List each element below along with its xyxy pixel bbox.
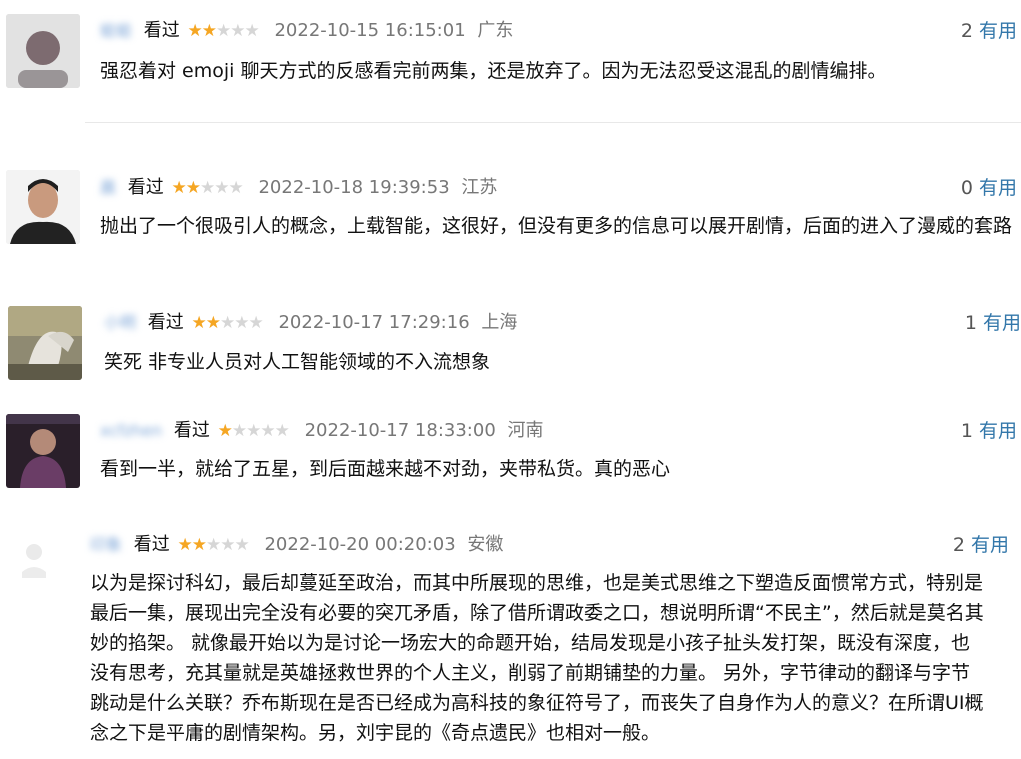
review-location: 上海 [481, 312, 518, 333]
useful-vote: 2 有用 [953, 531, 1009, 559]
username[interactable]: 晨 [100, 174, 116, 202]
useful-button[interactable]: 有用 [979, 20, 1017, 42]
star-filled-icon: ★ [191, 535, 207, 555]
watch-status: 看过 [147, 312, 184, 333]
review-content-line: 以为是探讨科幻，最后却蔓延至政治，而其中所展现的思维，也是美式思维之下塑造反面惯… [90, 572, 984, 594]
star-filled-icon: ★ [177, 535, 192, 555]
useful-button[interactable]: 有用 [971, 534, 1009, 556]
review-location: 河南 [507, 420, 544, 441]
watch-status: 看过 [133, 534, 170, 555]
star-filled-icon: ★ [185, 178, 201, 198]
review-content: 笑死 非专业人员对人工智能领域的不入流想象 [104, 351, 491, 373]
useful-count: 2 [952, 534, 965, 556]
divider [85, 122, 1021, 123]
star-empty-icon: ★ [274, 421, 290, 441]
useful-button[interactable]: 有用 [983, 312, 1021, 334]
useful-vote: 1 有用 [961, 417, 1017, 445]
review-meta: 晨 看过 ★★★★★ 2022-10-18 19:39:53 江苏 [100, 174, 497, 202]
review-content: 抛出了一个很吸引人的概念，上载智能，这很好，但没有更多的信息可以展开剧情，后面的… [100, 215, 1013, 237]
avatar[interactable] [6, 414, 80, 488]
username[interactable]: 小明 [104, 309, 136, 337]
star-empty-icon: ★ [234, 313, 249, 333]
review-location: 安徽 [467, 534, 504, 555]
star-filled-icon: ★ [191, 313, 206, 333]
review-content-line: 跳动是什么关联？乔布斯现在是否已经成为高科技的象征符号了，而丧失了自身作为人的意… [90, 692, 984, 714]
useful-count: 0 [960, 177, 973, 199]
star-filled-icon: ★ [217, 421, 233, 441]
useful-vote: 1 有用 [965, 309, 1021, 337]
star-empty-icon: ★ [260, 421, 275, 441]
review-meta: 蛤蛤 看过 ★★★★★ 2022-10-15 16:15:01 广东 [100, 17, 513, 45]
review-time[interactable]: 2022-10-17 17:29:16 [278, 312, 469, 333]
star-filled-icon: ★ [205, 313, 221, 333]
avatar[interactable] [6, 14, 80, 88]
review-time[interactable]: 2022-10-20 00:20:03 [264, 534, 455, 555]
username[interactable]: 印象 [90, 531, 122, 559]
star-empty-icon: ★ [230, 21, 245, 41]
useful-count: 2 [960, 20, 973, 42]
review-meta: xcfzhen 看过 ★★★★★ 2022-10-17 18:33:00 河南 [100, 417, 544, 445]
review-content: 强忍着对 emoji 聊天方式的反感看完前两集，还是放弃了。因为无法忍受这混乱的… [100, 60, 887, 82]
star-filled-icon: ★ [171, 178, 186, 198]
review-content: 看到一半，就给了五星，到后面越来越不对劲，夹带私货。真的恶心 [100, 458, 671, 480]
avatar[interactable] [8, 306, 82, 380]
useful-vote: 0 有用 [961, 174, 1017, 202]
review-content-line: 最后一集，展现出完全没有必要的突兀矛盾，除了借所谓政委之口，想说明所谓“不民主”… [90, 602, 984, 624]
avatar[interactable] [4, 528, 78, 602]
watch-status: 看过 [143, 20, 180, 41]
star-empty-icon: ★ [220, 535, 235, 555]
star-empty-icon: ★ [205, 535, 221, 555]
star-empty-icon: ★ [248, 313, 263, 333]
review-meta: 小明 看过 ★★★★★ 2022-10-17 17:29:16 上海 [104, 309, 517, 337]
rating-stars-icon: ★★★★★ [187, 17, 259, 45]
star-filled-icon: ★ [201, 21, 217, 41]
star-empty-icon: ★ [246, 421, 261, 441]
username[interactable]: xcfzhen [100, 417, 162, 445]
useful-vote: 2 有用 [961, 17, 1017, 45]
review-content-line: 念之下是平庸的剧情架构。另，刘宇昆的《奇点遗民》也相对一般。 [90, 722, 661, 744]
useful-count: 1 [964, 312, 977, 334]
star-empty-icon: ★ [199, 178, 215, 198]
star-empty-icon: ★ [214, 178, 229, 198]
useful-count: 1 [960, 420, 973, 442]
rating-stars-icon: ★★★★★ [191, 309, 263, 337]
review-time[interactable]: 2022-10-18 19:39:53 [258, 177, 449, 198]
rating-stars-icon: ★★★★★ [217, 417, 290, 445]
review-location: 江苏 [461, 177, 498, 198]
useful-button[interactable]: 有用 [979, 420, 1017, 442]
star-filled-icon: ★ [187, 21, 202, 41]
rating-stars-icon: ★★★★★ [171, 174, 243, 202]
avatar[interactable] [6, 170, 80, 244]
star-empty-icon: ★ [231, 421, 247, 441]
review-meta: 印象 看过 ★★★★★ 2022-10-20 00:20:03 安徽 [90, 531, 503, 559]
username[interactable]: 蛤蛤 [100, 17, 132, 45]
review-content-line: 妙的掐架。 就像最开始以为是讨论一场宏大的命题开始，结局发现是小孩子扯头发打架，… [90, 632, 971, 654]
star-empty-icon: ★ [244, 21, 259, 41]
rating-stars-icon: ★★★★★ [177, 531, 249, 559]
review-location: 广东 [477, 20, 514, 41]
review-time[interactable]: 2022-10-15 16:15:01 [274, 20, 465, 41]
review-content-line: 没有思考，充其量就是英雄拯救世界的个人主义，削弱了前期铺垫的力量。 另外，字节律… [90, 662, 971, 684]
star-empty-icon: ★ [219, 313, 235, 333]
useful-button[interactable]: 有用 [979, 177, 1017, 199]
watch-status: 看过 [127, 177, 164, 198]
review-time[interactable]: 2022-10-17 18:33:00 [305, 420, 496, 441]
star-empty-icon: ★ [228, 178, 243, 198]
review-content: 以为是探讨科幻，最后却蔓延至政治，而其中所展现的思维，也是美式思维之下塑造反面惯… [90, 568, 1020, 748]
star-empty-icon: ★ [215, 21, 231, 41]
star-empty-icon: ★ [234, 535, 249, 555]
watch-status: 看过 [173, 420, 210, 441]
